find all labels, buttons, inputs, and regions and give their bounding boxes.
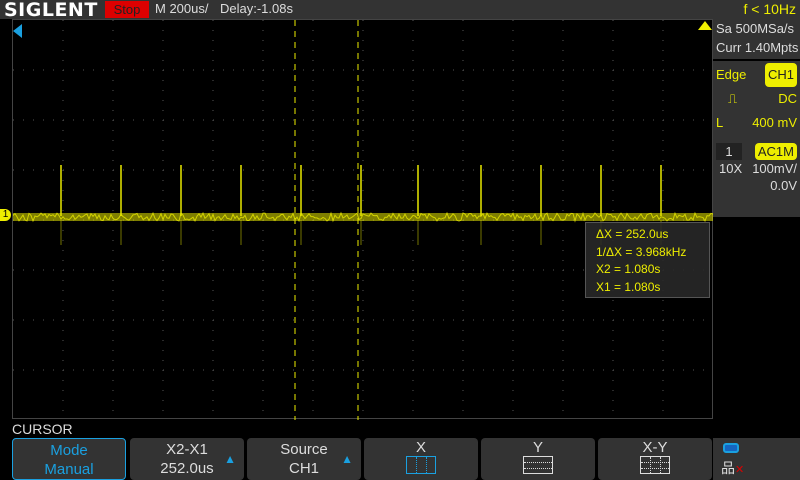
status-icons-panel: 品✕ <box>713 438 800 480</box>
x-cursor-button[interactable]: X <box>364 438 478 480</box>
x-label: X <box>364 440 478 456</box>
trigger-frequency: f < 10Hz <box>743 1 796 17</box>
x-cursor-icon <box>406 456 436 474</box>
y-cursor-button[interactable]: Y <box>481 438 595 480</box>
vertical-scale: 100mV/ <box>752 160 797 177</box>
waveform-band <box>13 213 713 221</box>
probe-ratio: 10X <box>719 161 742 176</box>
trigger-type: Edge <box>716 67 746 82</box>
trigger-source: CH1 <box>765 63 797 87</box>
trigger-level-label: L <box>716 115 723 130</box>
channel-number: 1 <box>716 143 742 160</box>
acquisition-panel[interactable]: Sa 500MSa/s Curr 1.40Mpts <box>713 19 800 59</box>
source-button[interactable]: Source CH1 ▲ <box>247 438 361 480</box>
arrow-up-icon: ▲ <box>341 450 353 469</box>
mode-value: Manual <box>13 460 125 479</box>
rising-edge-icon: ⎍ <box>728 91 737 106</box>
inverse-delta-x: 1/ΔX = 3.968kHz <box>596 244 709 262</box>
top-bar: SIGLENT Stop M 200us/ Delay:-1.08s f < 1… <box>0 0 800 19</box>
trigger-coupling: DC <box>778 87 797 111</box>
trigger-panel[interactable]: Edge CH1 ⎍ DC L 400 mV <box>713 61 800 153</box>
usb-icon <box>723 443 739 453</box>
delta-x: ΔX = 252.0us <box>596 226 709 244</box>
xy-cursor-icon <box>640 456 670 474</box>
sample-rate: Sa 500MSa/s <box>716 19 800 38</box>
y-cursor-icon <box>523 456 553 474</box>
waveform-svg <box>13 20 713 420</box>
info-sidebar: Sa 500MSa/s Curr 1.40Mpts Edge CH1 ⎍ DC L 4… <box>713 19 800 415</box>
timebase[interactable]: M 200us/ <box>155 1 208 16</box>
trigger-level-marker-icon[interactable] <box>698 21 712 30</box>
trigger-level: 400 mV <box>752 111 797 135</box>
memory-depth: Curr 1.40Mpts <box>716 38 800 57</box>
x1-value: X1 = 1.080s <box>596 279 709 297</box>
x2-value: X2 = 1.080s <box>596 261 709 279</box>
x2-x1-button[interactable]: X2-X1 252.0us ▲ <box>130 438 244 480</box>
vertical-offset: 0.0V <box>716 177 797 194</box>
waveform-display[interactable] <box>12 19 713 419</box>
channel1-marker-icon[interactable]: 1 <box>0 209 11 221</box>
mode-button[interactable]: Mode Manual <box>12 438 126 480</box>
channel1-panel[interactable]: 1 AC1M 10X 100mV/ 0.0V <box>713 141 800 217</box>
siglent-logo: SIGLENT <box>4 0 98 21</box>
network-disconnected-icon: 品✕ <box>721 458 744 478</box>
cursor-measurement-box: ΔX = 252.0us 1/ΔX = 3.968kHz X2 = 1.080s… <box>585 222 710 298</box>
mode-label: Mode <box>13 441 125 460</box>
channel-coupling: AC1M <box>755 143 797 160</box>
trigger-delay[interactable]: Delay:-1.08s <box>220 1 293 16</box>
y-label: Y <box>481 440 595 456</box>
run-status-badge[interactable]: Stop <box>105 1 149 18</box>
arrow-up-icon: ▲ <box>224 450 236 469</box>
trigger-position-icon <box>13 24 22 38</box>
xy-cursor-button[interactable]: X-Y <box>598 438 712 480</box>
xy-label: X-Y <box>598 440 712 456</box>
menu-title: CURSOR <box>12 421 73 437</box>
